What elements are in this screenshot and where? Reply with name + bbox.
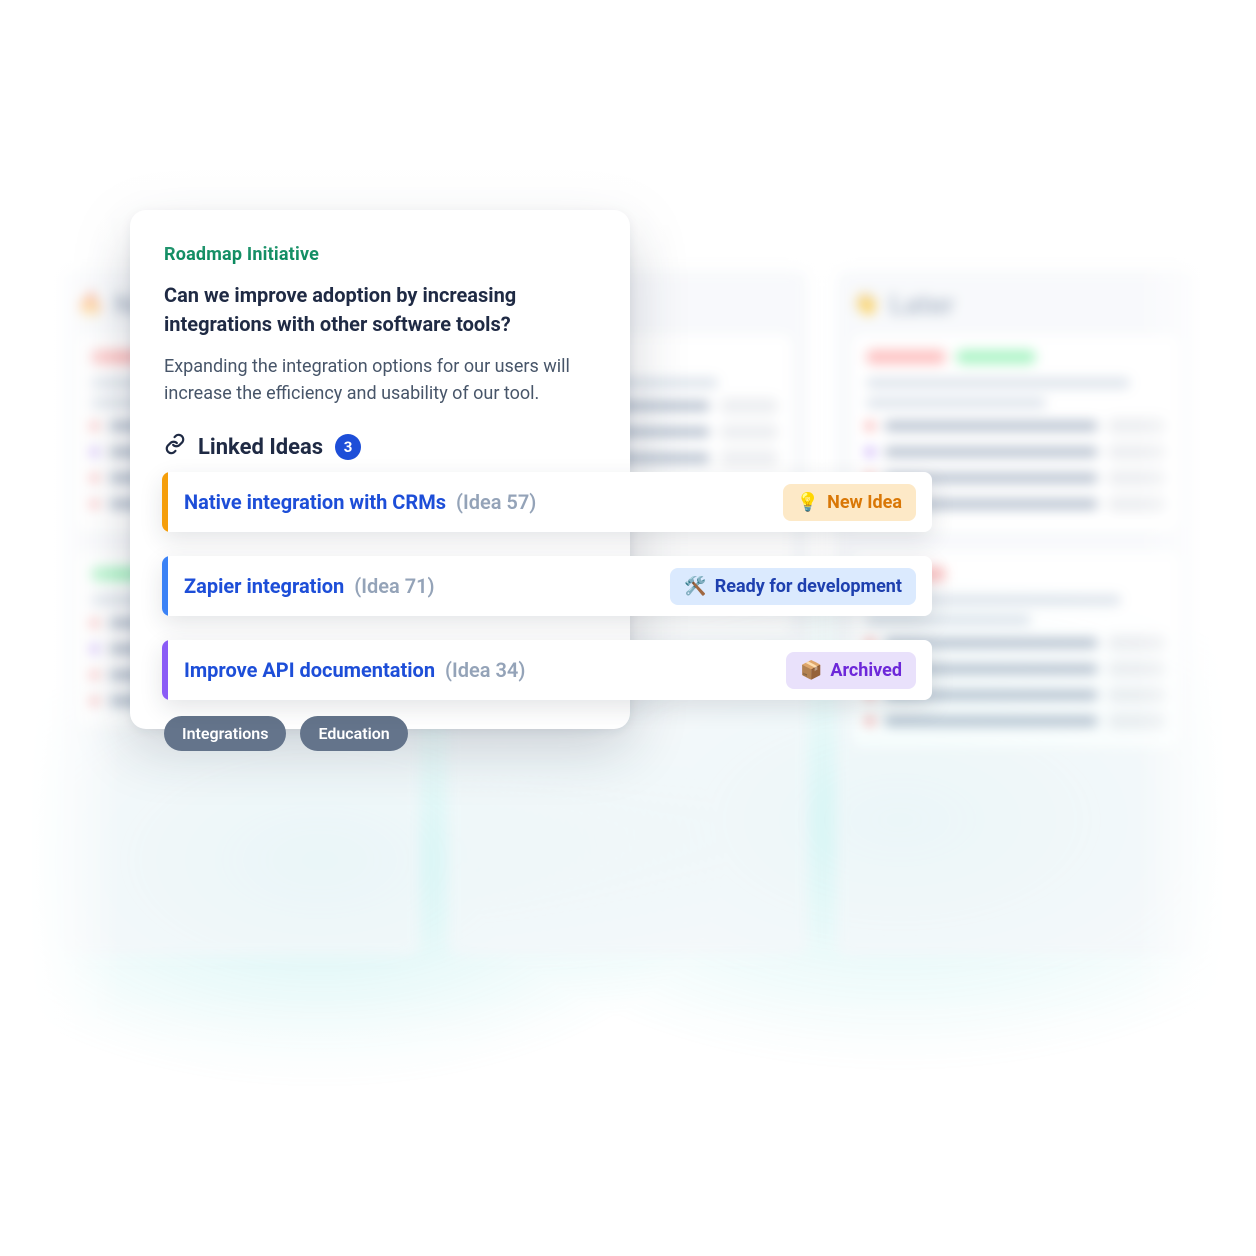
status-badge: 📦 Archived bbox=[786, 652, 916, 689]
linked-ideas-list: Native integration with CRMs (Idea 57) 💡… bbox=[162, 472, 932, 700]
initiative-question: Can we improve adoption by increasing in… bbox=[164, 281, 596, 339]
linked-ideas-header: Linked Ideas 3 bbox=[164, 433, 596, 461]
idea-title: Improve API documentation bbox=[184, 658, 435, 682]
initiative-description: Expanding the integration options for ou… bbox=[164, 353, 596, 407]
tag-chip[interactable]: Integrations bbox=[164, 716, 286, 751]
idea-id: (Idea 71) bbox=[354, 574, 434, 598]
accent-bar bbox=[162, 472, 168, 532]
link-icon bbox=[164, 433, 186, 461]
status-badge: 💡 New Idea bbox=[783, 484, 916, 521]
idea-title: Zapier integration bbox=[184, 574, 344, 598]
idea-row[interactable]: Zapier integration (Idea 71) 🛠️ Ready fo… bbox=[162, 556, 932, 616]
tag-chip[interactable]: Education bbox=[300, 716, 407, 751]
status-label: New Idea bbox=[827, 492, 902, 513]
package-icon: 📦 bbox=[800, 660, 822, 681]
idea-id: (Idea 34) bbox=[445, 658, 525, 682]
idea-row[interactable]: Improve API documentation (Idea 34) 📦 Ar… bbox=[162, 640, 932, 700]
status-badge: 🛠️ Ready for development bbox=[670, 568, 916, 605]
initiative-eyebrow: Roadmap Initiative bbox=[164, 244, 596, 265]
idea-row[interactable]: Native integration with CRMs (Idea 57) 💡… bbox=[162, 472, 932, 532]
linked-ideas-title: Linked Ideas bbox=[198, 435, 323, 460]
idea-title: Native integration with CRMs bbox=[184, 490, 446, 514]
lightbulb-icon: 💡 bbox=[797, 492, 819, 513]
idea-id: (Idea 57) bbox=[456, 490, 536, 514]
linked-ideas-count: 3 bbox=[335, 434, 361, 460]
accent-bar bbox=[162, 556, 168, 616]
lane-later-title: Later bbox=[889, 288, 954, 321]
accent-bar bbox=[162, 640, 168, 700]
tools-icon: 🛠️ bbox=[684, 576, 706, 597]
status-label: Archived bbox=[830, 660, 902, 681]
tag-list: Integrations Education bbox=[164, 716, 408, 751]
status-label: Ready for development bbox=[715, 576, 902, 597]
